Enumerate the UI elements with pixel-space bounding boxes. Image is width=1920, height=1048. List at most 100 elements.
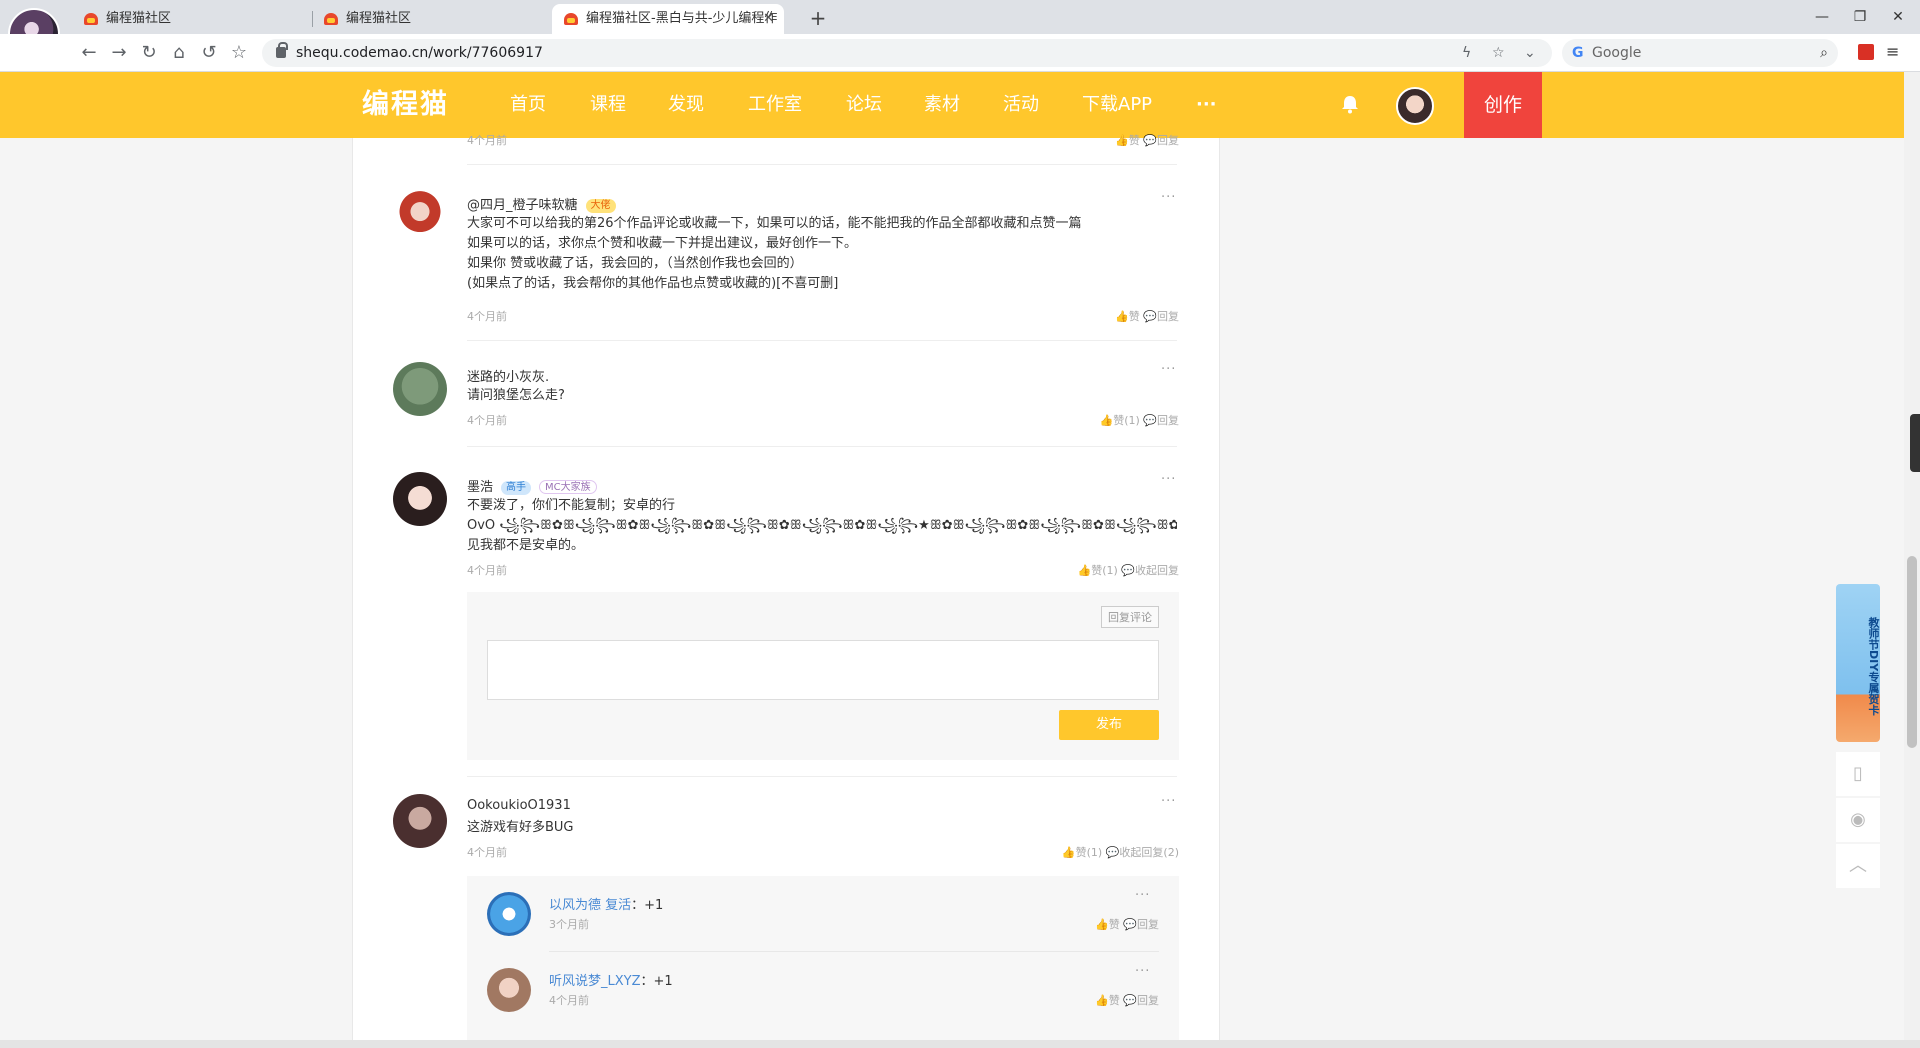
back-icon[interactable]: ← — [76, 40, 102, 66]
author-name[interactable]: @四月_橙子味软糖 — [467, 198, 578, 213]
comment-icon[interactable]: 💬 — [1143, 134, 1157, 147]
author-name[interactable]: 墨浩 — [467, 480, 493, 495]
like-button[interactable]: 赞 — [1129, 134, 1140, 147]
comment-line: 请问狼堡怎么走? — [467, 388, 565, 403]
like-icon[interactable]: 👍 — [1115, 134, 1129, 147]
more-options-icon[interactable]: ··· — [1161, 362, 1176, 377]
author-name[interactable]: 以风为德 复活 — [549, 898, 631, 913]
reply-button[interactable]: 回复 — [1137, 994, 1159, 1007]
like-icon[interactable]: 👍 — [1100, 414, 1114, 427]
comment-icon[interactable]: 💬 — [1123, 918, 1137, 931]
comment-icon[interactable]: 💬 — [1143, 414, 1157, 427]
side-gadget[interactable] — [1910, 414, 1920, 472]
author-name[interactable]: 听风说梦_LXYZ — [549, 974, 641, 989]
avatar[interactable] — [487, 892, 531, 936]
teacher-day-card-banner[interactable]: 教师节DIY专属贺卡 — [1836, 584, 1880, 742]
comment-icon[interactable]: 💬 — [1106, 846, 1120, 859]
like-button[interactable]: 赞 — [1109, 994, 1120, 1007]
family-badge[interactable]: MC大家族 — [539, 480, 597, 494]
undo-icon[interactable]: ↺ — [196, 40, 222, 66]
like-button[interactable]: 赞(1) — [1113, 414, 1140, 427]
chevron-down-icon[interactable]: ⌄ — [1524, 39, 1536, 67]
divider — [467, 776, 1177, 777]
like-button[interactable]: 赞 — [1129, 310, 1140, 323]
menu-icon[interactable]: ≡ — [1886, 44, 1902, 60]
divider — [467, 164, 1177, 165]
more-options-icon[interactable]: ··· — [1161, 190, 1176, 205]
like-button[interactable]: 赞(1) — [1076, 846, 1103, 859]
reply-button[interactable]: 回复 — [1157, 310, 1179, 323]
nav-download-app[interactable]: 下载APP — [1082, 72, 1152, 138]
more-options-icon[interactable]: ··· — [1135, 888, 1150, 903]
browser-tab-active[interactable]: 编程猫社区-黑白与共-少儿编程作 ✕ — [552, 4, 784, 34]
more-options-icon[interactable]: ··· — [1161, 794, 1176, 809]
avatar[interactable] — [393, 362, 447, 416]
reply-button[interactable]: 回复 — [1157, 134, 1179, 147]
bell-icon[interactable] — [1340, 94, 1360, 114]
sub-reply-author[interactable]: 听风说梦_LXYZ：+1 — [549, 970, 673, 989]
close-window-icon[interactable]: ✕ — [1876, 0, 1920, 34]
more-options-icon[interactable]: ··· — [1135, 964, 1150, 979]
create-button[interactable]: 创作 — [1464, 72, 1542, 138]
nav-assets[interactable]: 素材 — [924, 72, 960, 138]
author-name[interactable]: 迷路的小灰灰. — [467, 366, 549, 385]
comment-icon[interactable]: 💬 — [1143, 310, 1157, 323]
home-icon[interactable]: ⌂ — [166, 40, 192, 66]
search-icon[interactable]: ⌕ — [1820, 39, 1828, 67]
like-icon[interactable]: 👍 — [1095, 994, 1109, 1007]
reply-textarea[interactable] — [487, 640, 1159, 700]
avatar[interactable] — [393, 472, 447, 526]
reload-icon[interactable]: ↻ — [136, 40, 162, 66]
star-icon[interactable]: ☆ — [1492, 39, 1505, 67]
nav-courses[interactable]: 课程 — [590, 72, 626, 138]
comment-icon[interactable]: 💬 — [1123, 994, 1137, 1007]
lightning-icon[interactable]: ϟ — [1462, 39, 1471, 67]
forward-icon[interactable]: → — [106, 40, 132, 66]
sub-reply-author[interactable]: 以风为德 复活：+1 — [549, 894, 663, 913]
like-icon[interactable]: 👍 — [1095, 918, 1109, 931]
scrollbar-thumb[interactable] — [1907, 556, 1917, 748]
address-bar[interactable]: shequ.codemao.cn/work/77606917 ϟ ☆ ⌄ — [262, 39, 1552, 67]
nav-discover[interactable]: 发现 — [668, 72, 704, 138]
collapse-reply-button[interactable]: 收起回复(2) — [1119, 846, 1179, 859]
back-to-top-icon[interactable]: ︿ — [1836, 844, 1880, 888]
avatar[interactable] — [393, 794, 447, 848]
site-logo[interactable]: 编程猫 — [362, 72, 449, 138]
comment-time: 4个月前 — [467, 134, 507, 147]
comment-author[interactable]: 墨浩 高手 MC大家族 — [467, 476, 597, 495]
nav-more[interactable]: ··· — [1196, 72, 1217, 138]
like-icon[interactable]: 👍 — [1115, 310, 1129, 323]
browser-tab[interactable]: 编程猫社区 — [72, 4, 304, 34]
level-badge: 大佬 — [585, 199, 616, 213]
avatar[interactable] — [487, 968, 531, 1012]
like-button[interactable]: 赞 — [1109, 918, 1120, 931]
comment-icon[interactable]: 💬 — [1121, 564, 1135, 577]
avatar[interactable] — [393, 190, 447, 244]
tablet-icon[interactable]: ▯ — [1836, 752, 1880, 796]
nav-events[interactable]: 活动 — [1003, 72, 1039, 138]
close-tab-icon[interactable]: ✕ — [763, 4, 774, 34]
nav-forum[interactable]: 论坛 — [846, 72, 882, 138]
publish-button[interactable]: 发布 — [1059, 710, 1159, 740]
more-options-icon[interactable]: ··· — [1161, 472, 1176, 487]
author-name[interactable]: OokoukioO1931 — [467, 798, 571, 813]
sub-reply-list: 以风为德 复活：+1 3个月前 ··· 👍赞 💬回复 听风说梦_LXYZ：+1 … — [467, 876, 1179, 1048]
qq-icon[interactable]: ◉ — [1836, 798, 1880, 842]
user-avatar[interactable] — [1396, 87, 1434, 125]
pdf-extension-icon[interactable] — [1858, 44, 1874, 60]
like-button[interactable]: 赞(1) — [1091, 564, 1118, 577]
collapse-reply-button[interactable]: 收起回复 — [1135, 564, 1179, 577]
nav-home[interactable]: 首页 — [510, 72, 546, 138]
new-tab-button[interactable]: + — [804, 4, 832, 32]
search-engine-box[interactable]: G Google ⌕ — [1562, 39, 1838, 67]
reply-button[interactable]: 回复 — [1157, 414, 1179, 427]
bookmark-star-icon[interactable]: ☆ — [226, 40, 252, 66]
comment-time: 3个月前 — [549, 918, 589, 931]
browser-tab[interactable]: 编程猫社区 — [312, 4, 544, 34]
nav-studio[interactable]: 工作室 — [748, 72, 802, 138]
comment-time: 4个月前 — [467, 414, 507, 427]
like-icon[interactable]: 👍 — [1062, 846, 1076, 859]
comment-author[interactable]: @四月_橙子味软糖 大佬 — [467, 194, 616, 213]
reply-button[interactable]: 回复 — [1137, 918, 1159, 931]
like-icon[interactable]: 👍 — [1078, 564, 1092, 577]
